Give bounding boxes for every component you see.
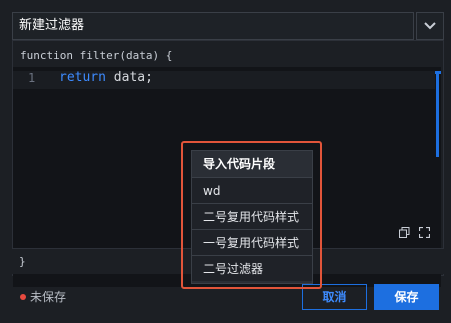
dropdown-item-style-2[interactable]: 二号复用代码样式 (192, 203, 312, 229)
dropdown-header: 导入代码片段 (203, 157, 276, 171)
unsaved-status: 未保存 (20, 288, 66, 305)
scrollbar[interactable] (436, 71, 439, 157)
code-keyword: return (59, 70, 106, 85)
unsaved-dot-icon (20, 294, 26, 300)
line-number: 1 (28, 71, 36, 85)
dropdown-item-filter-2[interactable]: 二号过滤器 (192, 255, 312, 281)
import-snippet-dropdown: 导入代码片段 wd 二号复用代码样式 一号复用代码样式 二号过滤器 (191, 150, 313, 284)
filter-title-field[interactable]: 新建过滤器 (12, 12, 414, 40)
chevron-down-icon (424, 22, 436, 30)
dropdown-item-style-1[interactable]: 一号复用代码样式 (192, 229, 312, 255)
save-button[interactable]: 保存 (374, 284, 439, 310)
filter-dialog: 新建过滤器 function filter(data) { 1 return d… (0, 0, 451, 323)
dropdown-item-wd[interactable]: wd (192, 177, 312, 203)
expand-icon[interactable] (419, 227, 430, 238)
title-toggle-button[interactable] (416, 12, 444, 40)
copy-icon[interactable] (399, 227, 410, 238)
unsaved-label: 未保存 (30, 290, 67, 304)
code-text: data; (105, 70, 153, 85)
code-line[interactable]: return data; (59, 70, 153, 85)
scrollbar-marker (435, 71, 441, 74)
cancel-button[interactable]: 取消 (302, 284, 367, 310)
function-header: function filter(data) { (20, 49, 173, 62)
